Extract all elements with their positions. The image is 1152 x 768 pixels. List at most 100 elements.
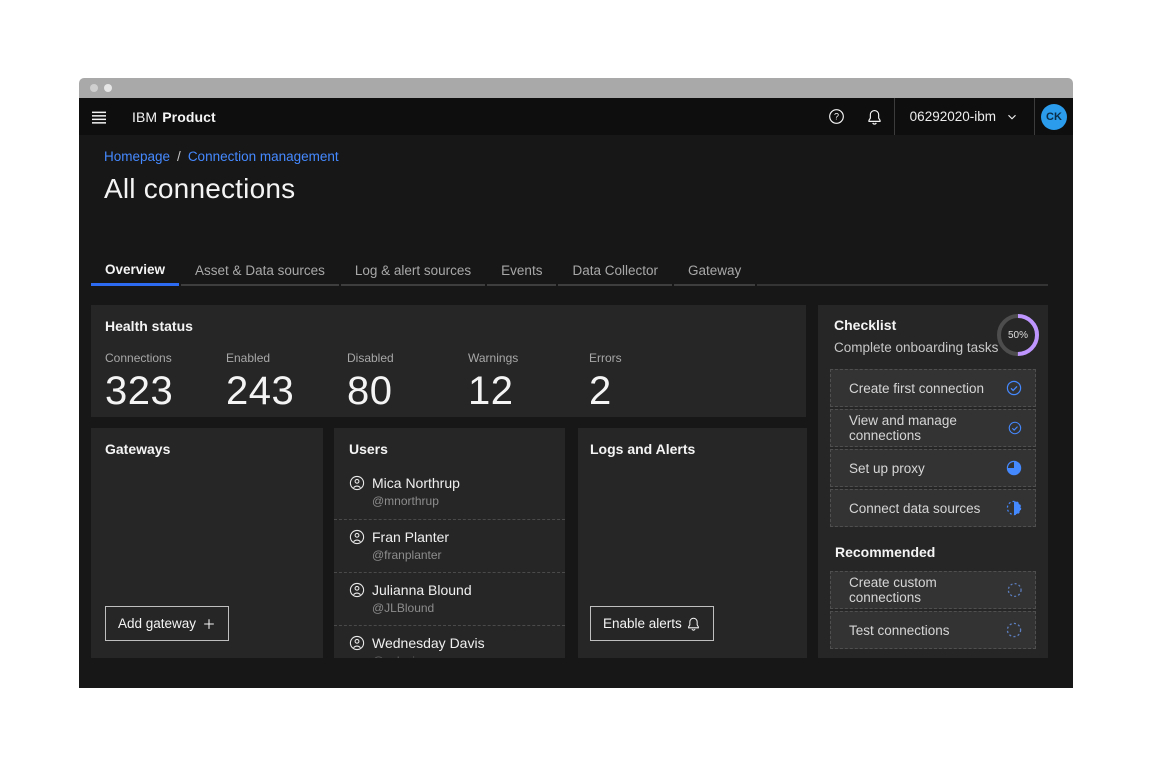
three-quarter-circle-icon (1006, 460, 1022, 476)
stat-label: Enabled (226, 351, 347, 365)
brand[interactable]: IBM Product (132, 109, 216, 125)
user-avatar-icon (349, 635, 365, 651)
notifications-button[interactable] (856, 98, 894, 135)
user-handle: @JLBlound (372, 601, 553, 615)
checklist-item-test-connections[interactable]: Test connections (830, 611, 1036, 649)
checkmark-circle-icon (1008, 420, 1022, 436)
tab-asset-data-sources[interactable]: Asset & Data sources (181, 256, 339, 286)
user-name: Wednesday Davis (372, 635, 485, 651)
checklist-item-view-manage-connections[interactable]: View and manage connections (830, 409, 1036, 447)
stat-value: 323 (105, 369, 226, 414)
window-titlebar (79, 78, 1073, 98)
stat-label: Errors (589, 351, 710, 365)
user-handle: @mnorthrup (372, 494, 553, 508)
help-icon: ? (828, 108, 845, 125)
user-row-wednesday[interactable]: Wednesday Davis @wdavis (334, 625, 565, 658)
dashed-circle-icon (1006, 622, 1022, 638)
app-header: IBM Product ? 06292020-ibm (79, 98, 1073, 135)
user-name: Fran Planter (372, 529, 449, 545)
checklist-item-create-custom-connections[interactable]: Create custom connections (830, 571, 1036, 609)
checklist-item-label: Test connections (849, 623, 950, 638)
recommended-title: Recommended (835, 544, 1036, 560)
checklist-item-create-first-connection[interactable]: Create first connection (830, 369, 1036, 407)
account-switcher[interactable]: 06292020-ibm (895, 98, 1034, 135)
window-control-dot-2[interactable] (104, 84, 112, 92)
add-gateway-label: Add gateway (118, 616, 196, 631)
breadcrumb: Homepage / Connection management (104, 149, 339, 164)
checklist-card: Checklist Complete onboarding tasks 50% … (818, 305, 1048, 658)
tab-bar-filler (757, 256, 1048, 286)
checklist-item-label: Create custom connections (849, 575, 1007, 605)
window-control-dot-1[interactable] (90, 84, 98, 92)
tab-data-collector[interactable]: Data Collector (558, 256, 672, 286)
checklist-subtitle: Complete onboarding tasks (834, 340, 998, 355)
users-title: Users (334, 441, 565, 457)
progress-percentage: 50% (996, 313, 1040, 357)
stat-value: 243 (226, 369, 347, 414)
brand-name: Product (162, 109, 216, 125)
gateways-title: Gateways (105, 441, 309, 457)
brand-prefix: IBM (132, 109, 157, 125)
breadcrumb-homepage-link[interactable]: Homepage (104, 149, 170, 164)
main-content: Homepage/Connection management All conne… (79, 135, 1073, 688)
breadcrumb-separator: / (177, 149, 181, 164)
dashed-circle-icon (1007, 582, 1022, 598)
stat-disabled: Disabled 80 (347, 351, 468, 414)
enable-alerts-label: Enable alerts (603, 616, 682, 631)
user-avatar-icon (349, 582, 365, 598)
help-button[interactable]: ? (818, 98, 856, 135)
gateways-card: Gateways Add gateway (91, 428, 323, 658)
plus-icon (202, 617, 216, 631)
stat-label: Warnings (468, 351, 589, 365)
menu-button[interactable] (91, 98, 123, 135)
tab-overview[interactable]: Overview (91, 256, 179, 286)
checklist-item-label: View and manage connections (849, 413, 1008, 443)
user-avatar-icon (349, 529, 365, 545)
user-handle: @franplanter (372, 548, 553, 562)
user-name: Mica Northrup (372, 475, 460, 491)
tab-gateway[interactable]: Gateway (674, 256, 755, 286)
health-status-title: Health status (105, 318, 792, 334)
checklist-item-label: Create first connection (849, 381, 984, 396)
checklist-progress-ring: 50% (996, 313, 1040, 357)
checklist-item-set-up-proxy[interactable]: Set up proxy (830, 449, 1036, 487)
checklist-item-connect-data-sources[interactable]: Connect data sources (830, 489, 1036, 527)
app-window: IBM Product ? 06292020-ibm (79, 78, 1073, 688)
breadcrumb-current-link[interactable]: Connection management (188, 149, 339, 164)
chevron-down-icon (1005, 110, 1019, 124)
user-row-julianna[interactable]: Julianna Blound @JLBlound (334, 572, 565, 625)
tab-bar: Overview Asset & Data sources Log & aler… (91, 256, 1048, 286)
users-card: Users Mica Northrup @mnorthrup (334, 428, 565, 658)
avatar: CK (1041, 104, 1067, 130)
health-status-card: Health status Connections 323 Enabled 24… (91, 305, 806, 417)
tab-log-alert-sources[interactable]: Log & alert sources (341, 256, 485, 286)
user-list: Mica Northrup @mnorthrup Fran Planter @f… (334, 466, 565, 658)
user-row-mica[interactable]: Mica Northrup @mnorthrup (334, 466, 565, 519)
hamburger-menu-icon (91, 109, 107, 125)
checklist-item-label: Connect data sources (849, 501, 980, 516)
checklist-title: Checklist (834, 317, 998, 333)
stat-value: 80 (347, 369, 468, 414)
add-gateway-button[interactable]: Add gateway (105, 606, 229, 641)
enable-alerts-button[interactable]: Enable alerts (590, 606, 714, 641)
checklist-items: Create first connection View and manage … (830, 369, 1036, 651)
notification-bell-icon (686, 616, 701, 631)
stat-label: Connections (105, 351, 226, 365)
stat-enabled: Enabled 243 (226, 351, 347, 414)
svg-text:?: ? (834, 112, 839, 122)
header-left: IBM Product (79, 98, 216, 135)
checklist-header: Checklist Complete onboarding tasks (834, 317, 998, 355)
tab-events[interactable]: Events (487, 256, 556, 286)
checkmark-circle-icon (1006, 380, 1022, 396)
user-avatar-icon (349, 475, 365, 491)
header-actions: ? 06292020-ibm CK (818, 98, 1073, 135)
user-name: Julianna Blound (372, 582, 472, 598)
health-stats: Connections 323 Enabled 243 Disabled 80 … (105, 351, 792, 414)
half-circle-icon (1006, 500, 1022, 516)
user-row-fran[interactable]: Fran Planter @franplanter (334, 519, 565, 572)
checklist-item-label: Set up proxy (849, 461, 925, 476)
user-menu-button[interactable]: CK (1035, 98, 1073, 135)
account-label: 06292020-ibm (910, 109, 996, 124)
stat-value: 12 (468, 369, 589, 414)
user-handle: @wdavis (372, 654, 553, 658)
